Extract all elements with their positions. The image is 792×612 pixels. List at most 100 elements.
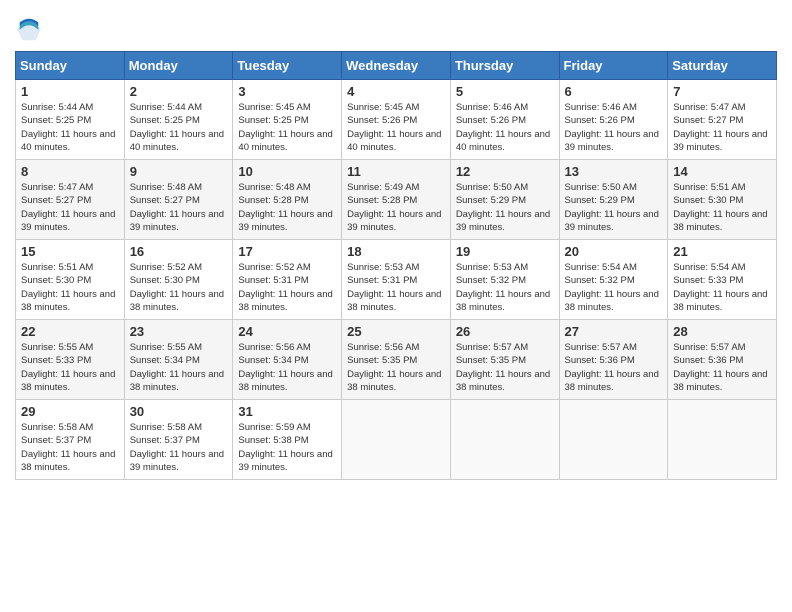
calendar-cell: 1 Sunrise: 5:44 AM Sunset: 5:25 PM Dayli… <box>16 80 125 160</box>
day-number: 17 <box>238 244 336 259</box>
day-number: 8 <box>21 164 119 179</box>
day-number: 25 <box>347 324 445 339</box>
day-info: Sunrise: 5:52 AM Sunset: 5:30 PM Dayligh… <box>130 261 228 314</box>
calendar-cell: 5 Sunrise: 5:46 AM Sunset: 5:26 PM Dayli… <box>450 80 559 160</box>
day-number: 9 <box>130 164 228 179</box>
weekday-header: Thursday <box>450 52 559 80</box>
day-number: 19 <box>456 244 554 259</box>
day-number: 12 <box>456 164 554 179</box>
weekday-header: Saturday <box>668 52 777 80</box>
day-number: 16 <box>130 244 228 259</box>
day-info: Sunrise: 5:57 AM Sunset: 5:36 PM Dayligh… <box>565 341 663 394</box>
calendar-cell: 4 Sunrise: 5:45 AM Sunset: 5:26 PM Dayli… <box>342 80 451 160</box>
day-info: Sunrise: 5:44 AM Sunset: 5:25 PM Dayligh… <box>130 101 228 154</box>
day-info: Sunrise: 5:45 AM Sunset: 5:25 PM Dayligh… <box>238 101 336 154</box>
weekday-header: Friday <box>559 52 668 80</box>
calendar-week-row: 8 Sunrise: 5:47 AM Sunset: 5:27 PM Dayli… <box>16 160 777 240</box>
calendar-week-row: 22 Sunrise: 5:55 AM Sunset: 5:33 PM Dayl… <box>16 320 777 400</box>
day-number: 4 <box>347 84 445 99</box>
day-number: 5 <box>456 84 554 99</box>
day-info: Sunrise: 5:55 AM Sunset: 5:34 PM Dayligh… <box>130 341 228 394</box>
day-info: Sunrise: 5:51 AM Sunset: 5:30 PM Dayligh… <box>21 261 119 314</box>
day-number: 27 <box>565 324 663 339</box>
calendar-week-row: 1 Sunrise: 5:44 AM Sunset: 5:25 PM Dayli… <box>16 80 777 160</box>
calendar-cell: 26 Sunrise: 5:57 AM Sunset: 5:35 PM Dayl… <box>450 320 559 400</box>
day-number: 11 <box>347 164 445 179</box>
day-number: 14 <box>673 164 771 179</box>
calendar-cell: 17 Sunrise: 5:52 AM Sunset: 5:31 PM Dayl… <box>233 240 342 320</box>
day-number: 2 <box>130 84 228 99</box>
day-number: 28 <box>673 324 771 339</box>
day-info: Sunrise: 5:49 AM Sunset: 5:28 PM Dayligh… <box>347 181 445 234</box>
calendar-cell: 15 Sunrise: 5:51 AM Sunset: 5:30 PM Dayl… <box>16 240 125 320</box>
day-number: 24 <box>238 324 336 339</box>
calendar-header-row: SundayMondayTuesdayWednesdayThursdayFrid… <box>16 52 777 80</box>
weekday-header: Wednesday <box>342 52 451 80</box>
calendar-cell: 14 Sunrise: 5:51 AM Sunset: 5:30 PM Dayl… <box>668 160 777 240</box>
day-number: 23 <box>130 324 228 339</box>
calendar-cell: 13 Sunrise: 5:50 AM Sunset: 5:29 PM Dayl… <box>559 160 668 240</box>
day-info: Sunrise: 5:53 AM Sunset: 5:31 PM Dayligh… <box>347 261 445 314</box>
day-number: 7 <box>673 84 771 99</box>
calendar-cell <box>450 400 559 480</box>
day-info: Sunrise: 5:58 AM Sunset: 5:37 PM Dayligh… <box>130 421 228 474</box>
calendar-cell: 21 Sunrise: 5:54 AM Sunset: 5:33 PM Dayl… <box>668 240 777 320</box>
day-info: Sunrise: 5:57 AM Sunset: 5:36 PM Dayligh… <box>673 341 771 394</box>
day-number: 6 <box>565 84 663 99</box>
day-info: Sunrise: 5:48 AM Sunset: 5:27 PM Dayligh… <box>130 181 228 234</box>
calendar-cell: 19 Sunrise: 5:53 AM Sunset: 5:32 PM Dayl… <box>450 240 559 320</box>
calendar-cell: 18 Sunrise: 5:53 AM Sunset: 5:31 PM Dayl… <box>342 240 451 320</box>
calendar-cell: 31 Sunrise: 5:59 AM Sunset: 5:38 PM Dayl… <box>233 400 342 480</box>
day-info: Sunrise: 5:47 AM Sunset: 5:27 PM Dayligh… <box>21 181 119 234</box>
day-number: 31 <box>238 404 336 419</box>
calendar-cell: 25 Sunrise: 5:56 AM Sunset: 5:35 PM Dayl… <box>342 320 451 400</box>
day-number: 10 <box>238 164 336 179</box>
calendar-cell: 28 Sunrise: 5:57 AM Sunset: 5:36 PM Dayl… <box>668 320 777 400</box>
calendar-table: SundayMondayTuesdayWednesdayThursdayFrid… <box>15 51 777 480</box>
weekday-header: Monday <box>124 52 233 80</box>
day-number: 13 <box>565 164 663 179</box>
calendar-cell: 23 Sunrise: 5:55 AM Sunset: 5:34 PM Dayl… <box>124 320 233 400</box>
day-number: 30 <box>130 404 228 419</box>
day-info: Sunrise: 5:46 AM Sunset: 5:26 PM Dayligh… <box>456 101 554 154</box>
day-number: 26 <box>456 324 554 339</box>
day-info: Sunrise: 5:54 AM Sunset: 5:32 PM Dayligh… <box>565 261 663 314</box>
day-info: Sunrise: 5:59 AM Sunset: 5:38 PM Dayligh… <box>238 421 336 474</box>
day-number: 15 <box>21 244 119 259</box>
day-number: 1 <box>21 84 119 99</box>
day-info: Sunrise: 5:55 AM Sunset: 5:33 PM Dayligh… <box>21 341 119 394</box>
day-info: Sunrise: 5:53 AM Sunset: 5:32 PM Dayligh… <box>456 261 554 314</box>
day-info: Sunrise: 5:58 AM Sunset: 5:37 PM Dayligh… <box>21 421 119 474</box>
day-info: Sunrise: 5:56 AM Sunset: 5:35 PM Dayligh… <box>347 341 445 394</box>
calendar-cell: 30 Sunrise: 5:58 AM Sunset: 5:37 PM Dayl… <box>124 400 233 480</box>
day-number: 3 <box>238 84 336 99</box>
calendar-cell: 27 Sunrise: 5:57 AM Sunset: 5:36 PM Dayl… <box>559 320 668 400</box>
calendar-cell <box>342 400 451 480</box>
day-number: 18 <box>347 244 445 259</box>
calendar-cell: 7 Sunrise: 5:47 AM Sunset: 5:27 PM Dayli… <box>668 80 777 160</box>
day-info: Sunrise: 5:48 AM Sunset: 5:28 PM Dayligh… <box>238 181 336 234</box>
calendar-cell: 2 Sunrise: 5:44 AM Sunset: 5:25 PM Dayli… <box>124 80 233 160</box>
calendar-cell: 29 Sunrise: 5:58 AM Sunset: 5:37 PM Dayl… <box>16 400 125 480</box>
day-info: Sunrise: 5:54 AM Sunset: 5:33 PM Dayligh… <box>673 261 771 314</box>
day-info: Sunrise: 5:46 AM Sunset: 5:26 PM Dayligh… <box>565 101 663 154</box>
day-info: Sunrise: 5:57 AM Sunset: 5:35 PM Dayligh… <box>456 341 554 394</box>
day-info: Sunrise: 5:52 AM Sunset: 5:31 PM Dayligh… <box>238 261 336 314</box>
calendar-cell: 22 Sunrise: 5:55 AM Sunset: 5:33 PM Dayl… <box>16 320 125 400</box>
calendar-week-row: 29 Sunrise: 5:58 AM Sunset: 5:37 PM Dayl… <box>16 400 777 480</box>
calendar-cell <box>668 400 777 480</box>
day-info: Sunrise: 5:56 AM Sunset: 5:34 PM Dayligh… <box>238 341 336 394</box>
weekday-header: Tuesday <box>233 52 342 80</box>
day-number: 22 <box>21 324 119 339</box>
day-info: Sunrise: 5:51 AM Sunset: 5:30 PM Dayligh… <box>673 181 771 234</box>
calendar-cell: 16 Sunrise: 5:52 AM Sunset: 5:30 PM Dayl… <box>124 240 233 320</box>
page-header <box>15 15 777 43</box>
day-number: 21 <box>673 244 771 259</box>
calendar-cell: 9 Sunrise: 5:48 AM Sunset: 5:27 PM Dayli… <box>124 160 233 240</box>
day-info: Sunrise: 5:44 AM Sunset: 5:25 PM Dayligh… <box>21 101 119 154</box>
calendar-cell: 3 Sunrise: 5:45 AM Sunset: 5:25 PM Dayli… <box>233 80 342 160</box>
calendar-cell: 12 Sunrise: 5:50 AM Sunset: 5:29 PM Dayl… <box>450 160 559 240</box>
calendar-cell: 11 Sunrise: 5:49 AM Sunset: 5:28 PM Dayl… <box>342 160 451 240</box>
day-info: Sunrise: 5:47 AM Sunset: 5:27 PM Dayligh… <box>673 101 771 154</box>
day-number: 29 <box>21 404 119 419</box>
